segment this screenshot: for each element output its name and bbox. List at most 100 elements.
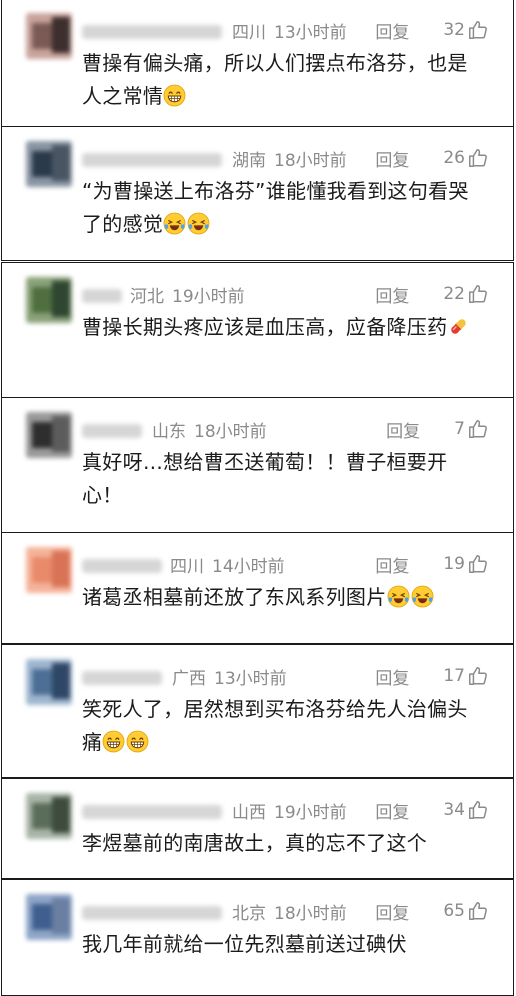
like-count: 65 (443, 901, 465, 921)
comment-text: 曹操长期头疼应该是血压高，应备降压药 (82, 315, 448, 339)
comment-text: “为曹操送上布洛芬”谁能懂我看到这句看哭了的感觉 (82, 179, 469, 236)
comment-text: 李煜墓前的南唐故土，真的忘不了这个 (82, 831, 428, 855)
face-with-tears-of-joy-emoji (411, 585, 434, 608)
comment-body: 李煜墓前的南唐故土，真的忘不了这个 (82, 827, 482, 860)
comment-text: 真好呀…想给曹丕送葡萄！！曹子桓要开心！ (82, 450, 448, 507)
comment-meta: 广西 13小时前 (172, 661, 287, 691)
comment-meta: 山西 19小时前 (232, 795, 347, 825)
like-count: 17 (443, 666, 465, 686)
timestamp: 13小时前 (214, 668, 287, 689)
comment-body: 曹操有偏头痛，所以人们摆点布洛芬，也是人之常情 (82, 47, 482, 113)
comment-card: 北京 18小时前 回复 65 我几年前就给一位先烈墓前送过碘伏 (1, 879, 514, 996)
username-blurred[interactable] (82, 25, 222, 39)
timestamp: 19小时前 (172, 286, 245, 307)
thumbs-up-icon[interactable] (467, 799, 489, 821)
timestamp: 14小时前 (212, 556, 285, 577)
comment-actions: 回复 19 (375, 549, 489, 579)
username-blurred[interactable] (82, 906, 222, 920)
avatar[interactable] (26, 793, 72, 839)
like-count: 32 (443, 20, 465, 40)
comment-body: 我几年前就给一位先烈墓前送过碘伏 (82, 928, 482, 961)
grinning-face-emoji (126, 730, 149, 753)
location-label: 四川 (232, 22, 266, 43)
location-label: 北京 (232, 903, 266, 924)
avatar[interactable] (26, 412, 72, 458)
location-label: 河北 (130, 286, 164, 307)
avatar[interactable] (26, 659, 72, 705)
like-count: 7 (454, 419, 465, 439)
comment-actions: 回复 65 (375, 896, 489, 926)
location-label: 广西 (172, 668, 206, 689)
username-blurred[interactable] (82, 289, 122, 303)
reply-button[interactable]: 回复 (375, 18, 409, 43)
like-count: 34 (443, 800, 465, 820)
thumbs-up-icon[interactable] (467, 19, 489, 41)
comment-meta: 四川 14小时前 (170, 549, 285, 579)
comment-card: 河北 19小时前 回复 22 曹操长期头疼应该是血压高，应备降压药 (1, 262, 514, 398)
comment-card: 山东 18小时前 回复 7 真好呀…想给曹丕送葡萄！！曹子桓要开心！ (1, 397, 514, 533)
comment-actions: 回复 32 (375, 15, 489, 45)
timestamp: 18小时前 (274, 903, 347, 924)
comment-text: 我几年前就给一位先烈墓前送过碘伏 (82, 932, 407, 956)
location-label: 湖南 (232, 150, 266, 171)
grinning-face-emoji (163, 84, 186, 107)
timestamp: 13小时前 (274, 22, 347, 43)
username-blurred[interactable] (82, 559, 162, 573)
comment-meta: 河北 19小时前 (130, 279, 245, 309)
comment-card: 四川 14小时前 回复 19 诸葛丞相墓前还放了东风系列图片 (1, 532, 514, 644)
comment-body: 笑死人了，居然想到买布洛芬给先人治偏头痛 (82, 693, 482, 759)
thumbs-up-icon[interactable] (467, 900, 489, 922)
timestamp: 18小时前 (194, 421, 267, 442)
timestamp: 19小时前 (274, 802, 347, 823)
comment-actions: 回复 26 (375, 143, 489, 173)
pill-emoji (447, 315, 470, 338)
reply-button[interactable]: 回复 (386, 417, 420, 442)
comment-card: 四川 13小时前 回复 32 曹操有偏头痛，所以人们摆点布洛芬，也是人之常情 (1, 0, 514, 129)
comment-actions: 回复 22 (375, 279, 489, 309)
like-count: 19 (443, 554, 465, 574)
avatar[interactable] (26, 141, 72, 187)
face-with-tears-of-joy-emoji (163, 212, 186, 235)
avatar[interactable] (26, 277, 72, 323)
comment-body: 真好呀…想给曹丕送葡萄！！曹子桓要开心！ (82, 446, 482, 512)
location-label: 四川 (170, 556, 204, 577)
like-count: 26 (443, 148, 465, 168)
username-blurred[interactable] (82, 424, 142, 438)
reply-button[interactable]: 回复 (375, 899, 409, 924)
comment-card: 湖南 18小时前 回复 26 “为曹操送上布洛芬”谁能懂我看到这句看哭了的感觉 (1, 126, 514, 261)
face-with-tears-of-joy-emoji (387, 585, 410, 608)
avatar[interactable] (26, 13, 72, 59)
comment-actions: 回复 34 (375, 795, 489, 825)
reply-button[interactable]: 回复 (375, 798, 409, 823)
comment-text: 诸葛丞相墓前还放了东风系列图片 (82, 585, 387, 609)
thumbs-up-icon[interactable] (467, 147, 489, 169)
username-blurred[interactable] (82, 153, 222, 167)
location-label: 山东 (152, 421, 186, 442)
thumbs-up-icon[interactable] (467, 418, 489, 440)
reply-button[interactable]: 回复 (375, 282, 409, 307)
comment-body: “为曹操送上布洛芬”谁能懂我看到这句看哭了的感觉 (82, 175, 482, 241)
comment-text: 曹操有偏头痛，所以人们摆点布洛芬，也是人之常情 (82, 51, 468, 108)
avatar[interactable] (26, 894, 72, 940)
avatar[interactable] (26, 547, 72, 593)
reply-button[interactable]: 回复 (375, 552, 409, 577)
comment-actions: 回复 17 (375, 661, 489, 691)
timestamp: 18小时前 (274, 150, 347, 171)
grinning-face-emoji (102, 730, 125, 753)
username-blurred[interactable] (82, 671, 162, 685)
thumbs-up-icon[interactable] (467, 665, 489, 687)
like-count: 22 (443, 284, 465, 304)
comment-body: 诸葛丞相墓前还放了东风系列图片 (82, 581, 482, 614)
comment-meta: 四川 13小时前 (232, 15, 347, 45)
comment-feed: 四川 13小时前 回复 32 曹操有偏头痛，所以人们摆点布洛芬，也是人之常情 湖南 18小时… (0, 0, 516, 996)
location-label: 山西 (232, 802, 266, 823)
face-with-tears-of-joy-emoji (187, 212, 210, 235)
thumbs-up-icon[interactable] (467, 553, 489, 575)
comment-meta: 湖南 18小时前 (232, 143, 347, 173)
reply-button[interactable]: 回复 (375, 146, 409, 171)
comment-card: 广西 13小时前 回复 17 笑死人了，居然想到买布洛芬给先人治偏头痛 (1, 644, 514, 778)
thumbs-up-icon[interactable] (467, 283, 489, 305)
reply-button[interactable]: 回复 (375, 664, 409, 689)
username-blurred[interactable] (82, 805, 222, 819)
comment-body: 曹操长期头疼应该是血压高，应备降压药 (82, 311, 482, 344)
